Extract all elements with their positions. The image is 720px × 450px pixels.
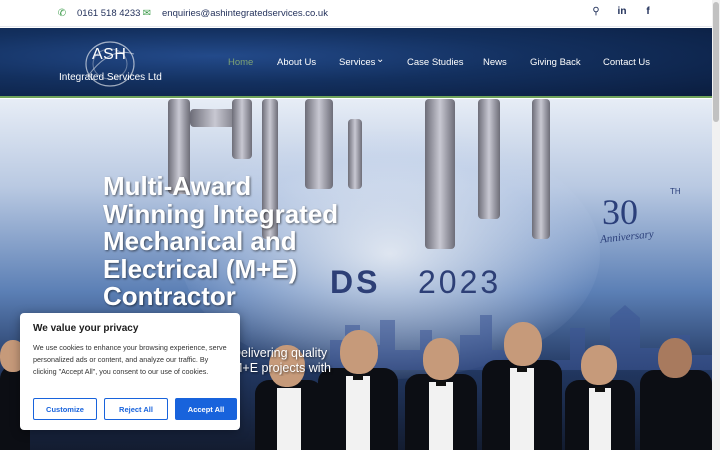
accept-all-button[interactable]: Accept All (175, 398, 237, 420)
nav-item-contact-us[interactable]: Contact Us (603, 57, 650, 68)
page-scrollbar[interactable] (712, 0, 720, 450)
main-navbar: ASH Integrated Services Ltd Home About U… (0, 28, 712, 98)
phone-number[interactable]: 0161 518 4233 (77, 8, 140, 19)
pipe-art (348, 119, 362, 189)
envelope-icon: ✉ (142, 8, 152, 19)
logo-swoosh-icon (85, 41, 135, 87)
person (482, 322, 562, 450)
pipe-art (232, 99, 252, 159)
cookie-consent-dialog: We value your privacy We use cookies to … (20, 313, 240, 430)
hero-subline: Delivering quality M+E projects with pro… (232, 346, 331, 375)
nav-item-case-studies[interactable]: Case Studies (407, 57, 464, 68)
person (565, 345, 635, 450)
scrollbar-thumb[interactable] (713, 2, 719, 122)
cookie-description: We use cookies to enhance your browsing … (33, 343, 227, 376)
pipe-art (425, 99, 455, 249)
backdrop-year: 2023 (418, 264, 502, 300)
reject-all-button[interactable]: Reject All (104, 398, 168, 420)
search-icon[interactable]: ⚲ (590, 6, 602, 17)
cookie-actions: Customize Reject All Accept All (33, 398, 237, 420)
facebook-icon[interactable]: f (642, 6, 654, 17)
pipe-art (532, 99, 550, 239)
logo-title: ASH (92, 46, 127, 63)
hero-headline: Multi-Award Winning Integrated Mechanica… (103, 171, 339, 311)
person (640, 338, 712, 450)
anniversary-badge: 30 TH Anniversary (598, 187, 698, 267)
nav-item-about-us[interactable]: About Us (277, 57, 316, 68)
topbar-icons: ⚲ in f (590, 6, 654, 17)
nav-item-home[interactable]: Home (228, 57, 253, 68)
phone-contact[interactable]: ✆ 0161 518 4233 (57, 8, 141, 19)
nav-item-giving-back[interactable]: Giving Back (530, 57, 581, 68)
anniversary-suffix: TH (670, 187, 681, 196)
linkedin-icon[interactable]: in (616, 6, 628, 17)
top-contact-bar: ✆ 0161 518 4233 ✉ enquiries@ashintegrate… (0, 0, 712, 27)
anniversary-number: 30 (602, 192, 638, 232)
email-contact[interactable]: ✉ enquiries@ashintegratedservices.co.uk (142, 8, 328, 19)
person (405, 338, 477, 450)
nav-item-services[interactable]: Services (339, 57, 375, 68)
phone-icon: ✆ (57, 8, 67, 19)
company-logo[interactable]: ASH Integrated Services Ltd (58, 36, 173, 91)
chevron-down-icon[interactable]: ⌄ (376, 54, 384, 65)
pipe-art (478, 99, 500, 219)
customize-button[interactable]: Customize (33, 398, 97, 420)
logo-subtitle: Integrated Services Ltd (59, 72, 162, 83)
cookie-title: We value your privacy (33, 323, 139, 334)
nav-item-news[interactable]: News (483, 57, 507, 68)
email-address[interactable]: enquiries@ashintegratedservices.co.uk (162, 8, 328, 19)
